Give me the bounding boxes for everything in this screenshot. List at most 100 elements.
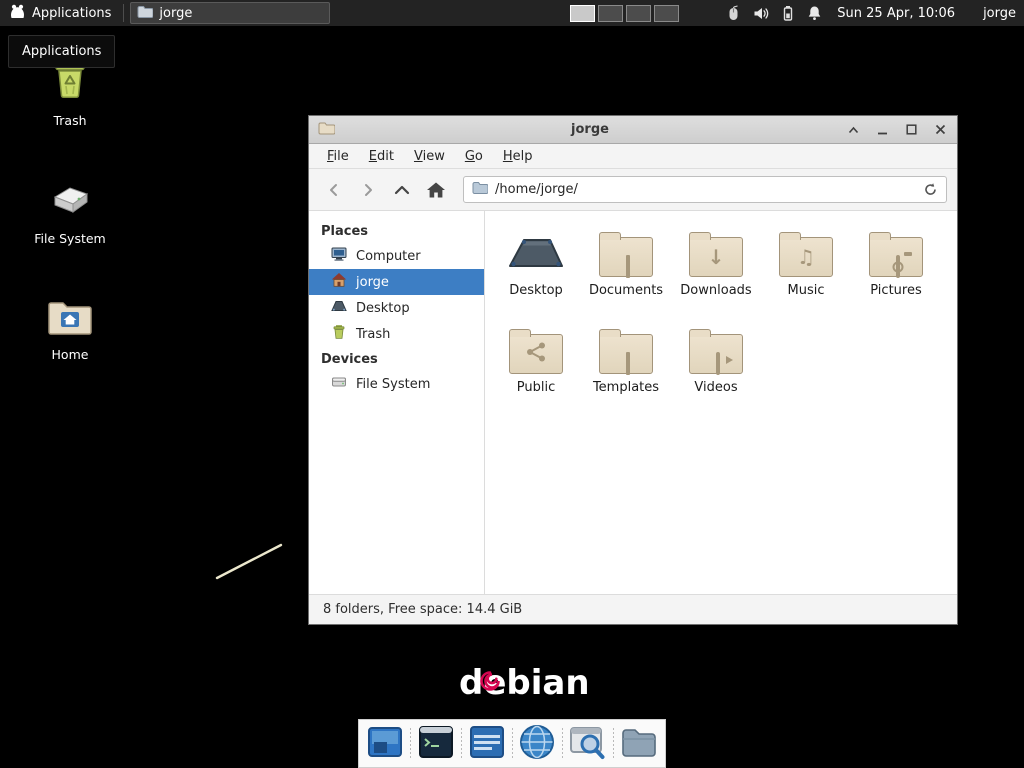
applications-tooltip: Applications	[8, 35, 115, 68]
window-folder-icon	[318, 120, 335, 139]
file-item-documents[interactable]: Documents	[581, 221, 671, 318]
file-item-pictures[interactable]: Pictures	[851, 221, 941, 318]
file-grid: Desktop Documents ↓ Downloads ♫ Music	[485, 211, 957, 594]
dock-launcher-folder[interactable]	[618, 722, 660, 766]
desktop-icon-filesystem[interactable]: File System	[20, 176, 120, 246]
sidebar-item-label: File System	[356, 377, 430, 392]
workspace-3[interactable]	[626, 5, 651, 22]
panel-username[interactable]: jorge	[983, 6, 1016, 21]
file-item-downloads[interactable]: ↓ Downloads	[671, 221, 761, 318]
sidebar-item-jorge[interactable]: jorge	[309, 269, 484, 295]
file-label: Desktop	[509, 283, 563, 298]
menu-file[interactable]: File	[317, 146, 359, 167]
file-item-public[interactable]: Public	[491, 318, 581, 415]
volume-icon[interactable]	[752, 5, 769, 22]
places-sidebar: Places Computer jorge Desktop	[309, 211, 485, 594]
desktop-icon-label: Trash	[53, 113, 86, 128]
taskbar-window-button[interactable]: jorge	[130, 2, 330, 24]
forward-button[interactable]	[353, 176, 383, 204]
sidebar-item-label: Computer	[356, 249, 421, 264]
terminal-alt-icon	[468, 723, 506, 765]
window-titlebar[interactable]: jorge	[309, 116, 957, 144]
maximize-button[interactable]	[903, 122, 919, 138]
battery-icon[interactable]	[779, 5, 796, 22]
bottom-dock-panel	[358, 719, 666, 768]
computer-icon	[331, 246, 347, 266]
desktop-surface-icon	[508, 221, 564, 277]
workspace-switcher	[570, 5, 679, 22]
dock-launcher-web-browser[interactable]	[516, 722, 558, 766]
menubar: File Edit View Go Help	[309, 144, 957, 169]
sidebar-item-label: jorge	[356, 275, 389, 290]
workspace-1[interactable]	[570, 5, 595, 22]
file-label: Public	[517, 380, 555, 395]
drive-icon	[48, 176, 92, 224]
file-item-templates[interactable]: Templates	[581, 318, 671, 415]
refresh-icon[interactable]	[923, 182, 938, 197]
dock-launcher-terminal-alt[interactable]	[466, 722, 508, 766]
sidebar-item-label: Trash	[356, 327, 390, 342]
workspace-2[interactable]	[598, 5, 623, 22]
sidebar-item-trash[interactable]: Trash	[309, 321, 484, 347]
window-content: Places Computer jorge Desktop	[309, 211, 957, 594]
top-panel: Applications jorge Sun 25 Apr, 10:06 jor…	[0, 0, 1024, 26]
folder-music-icon: ♫	[779, 221, 833, 277]
back-button[interactable]	[319, 176, 349, 204]
folder-pictures-icon	[869, 221, 923, 277]
close-button[interactable]	[932, 122, 948, 138]
desktop-artifact-line	[210, 538, 290, 586]
notification-bell-icon[interactable]	[806, 5, 823, 22]
taskbar-window-label: jorge	[159, 6, 192, 21]
status-text: 8 folders, Free space: 14.4 GiB	[323, 602, 522, 617]
path-bar[interactable]: /home/jorge/	[463, 176, 947, 203]
dock-separator	[609, 726, 618, 762]
sidebar-item-filesystem[interactable]: File System	[309, 371, 484, 397]
menu-edit[interactable]: Edit	[359, 146, 404, 167]
menu-go[interactable]: Go	[455, 146, 493, 167]
desktop-icon	[331, 298, 347, 318]
workspace-4[interactable]	[654, 5, 679, 22]
menu-view[interactable]: View	[404, 146, 455, 167]
toolbar: /home/jorge/	[309, 169, 957, 211]
file-item-videos[interactable]: Videos	[671, 318, 761, 415]
menu-help[interactable]: Help	[493, 146, 543, 167]
applications-menu-label: Applications	[32, 6, 111, 21]
debian-logo: debian	[459, 663, 590, 703]
home-folder-icon	[47, 296, 93, 340]
folder-documents-icon	[599, 221, 653, 277]
dock-separator	[558, 726, 567, 762]
up-button[interactable]	[387, 176, 417, 204]
file-label: Music	[788, 283, 825, 298]
debian-swirl-icon	[479, 670, 501, 692]
file-label: Videos	[694, 380, 737, 395]
window-title: jorge	[343, 122, 837, 137]
sidebar-item-computer[interactable]: Computer	[309, 243, 484, 269]
status-bar: 8 folders, Free space: 14.4 GiB	[309, 594, 957, 624]
sidebar-item-desktop[interactable]: Desktop	[309, 295, 484, 321]
file-manager-window: jorge File Edit View Go Help	[308, 115, 958, 625]
folder-share-icon	[509, 318, 563, 374]
dock-launcher-app-finder[interactable]	[567, 722, 609, 766]
desktop-icon-label: Home	[52, 347, 89, 362]
file-item-music[interactable]: ♫ Music	[761, 221, 851, 318]
shade-button[interactable]	[845, 122, 861, 138]
folder-videos-icon	[689, 318, 743, 374]
web-browser-globe-icon	[518, 723, 556, 765]
applications-menu-button[interactable]: Applications	[0, 0, 120, 26]
desktop-settings-icon	[366, 723, 404, 765]
dock-launcher-desktop-settings[interactable]	[364, 722, 406, 766]
folder-icon	[620, 725, 658, 763]
file-item-desktop[interactable]: Desktop	[491, 221, 581, 318]
sidebar-header-places: Places	[309, 219, 484, 243]
dock-launcher-terminal[interactable]	[415, 722, 457, 766]
home-button[interactable]	[421, 176, 451, 204]
trash-icon	[331, 324, 347, 344]
minimize-button[interactable]	[874, 122, 890, 138]
input-device-icon[interactable]	[725, 5, 742, 22]
sidebar-header-devices: Devices	[309, 347, 484, 371]
panel-clock[interactable]: Sun 25 Apr, 10:06	[837, 6, 955, 21]
file-label: Templates	[593, 380, 659, 395]
path-folder-icon	[472, 181, 488, 198]
desktop-icon-trash[interactable]: Trash	[20, 58, 120, 128]
desktop-icon-home[interactable]: Home	[20, 296, 120, 362]
